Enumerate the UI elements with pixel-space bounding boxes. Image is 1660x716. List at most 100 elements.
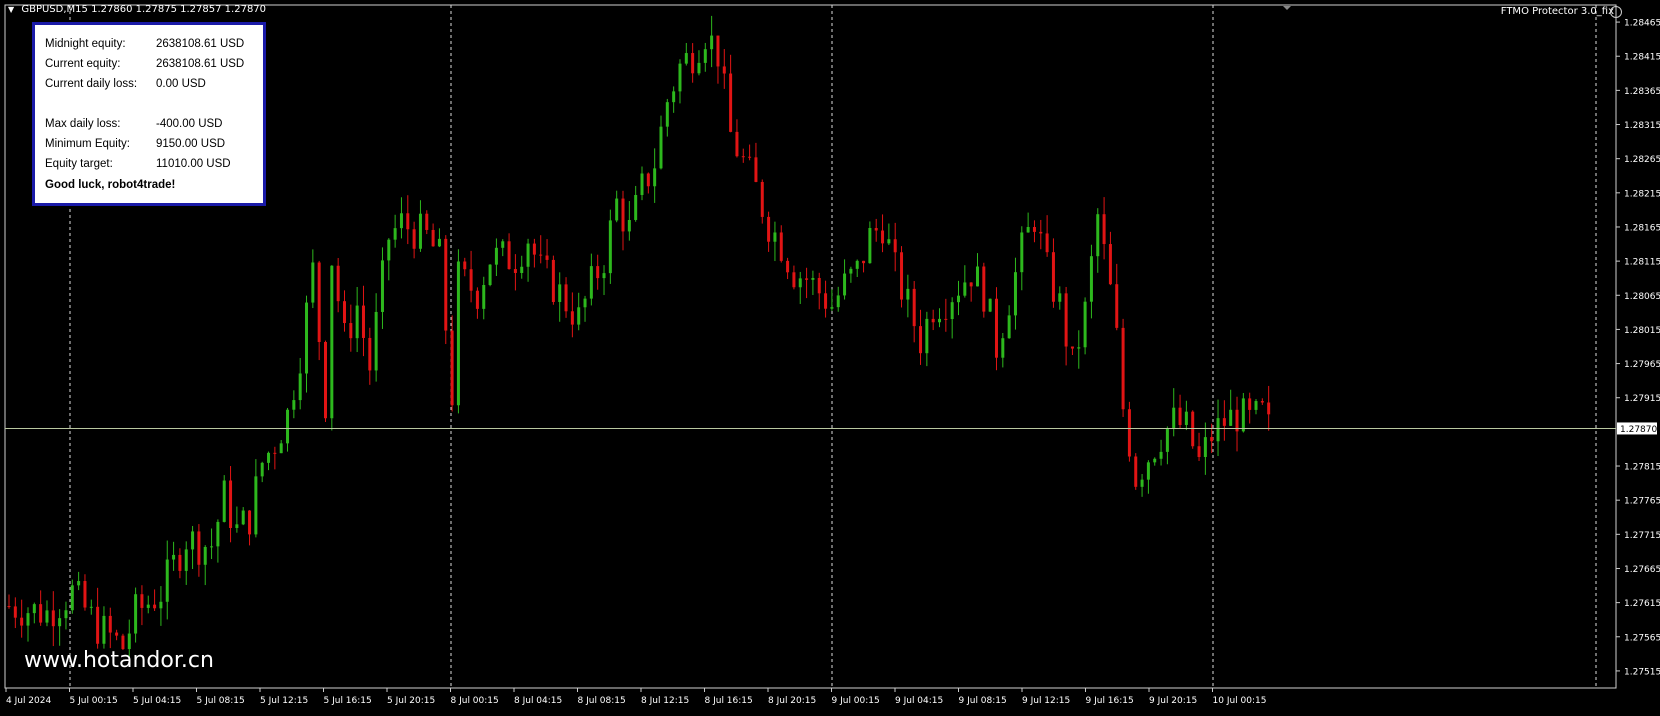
candle-body <box>817 277 821 294</box>
chart-symbol: GBPUSD,M15 <box>21 4 88 15</box>
candle-body <box>906 288 910 300</box>
candle-body <box>665 102 669 127</box>
candle-body <box>172 554 176 560</box>
candle-body <box>729 73 733 132</box>
panel-label: Equity target: <box>45 158 113 170</box>
price-axis-label: 1.27765 <box>1624 497 1660 507</box>
price-axis-label: 1.28215 <box>1624 189 1660 199</box>
price-axis-label: 1.27615 <box>1624 599 1660 609</box>
candle-body <box>545 255 549 260</box>
candle-body <box>900 252 904 300</box>
candle-body <box>1058 293 1062 302</box>
candle-body <box>634 194 638 220</box>
candle-body <box>387 239 391 261</box>
candle-body <box>931 318 935 323</box>
watermark-text: www.hotandor.cn <box>24 648 214 673</box>
candle-body <box>393 228 397 240</box>
candle-body <box>697 62 701 74</box>
candle-body <box>1121 327 1125 410</box>
candle-body <box>1254 401 1258 410</box>
price-axis-label: 1.28365 <box>1624 87 1660 97</box>
price-axis-label: 1.27515 <box>1624 667 1660 677</box>
candle-body <box>311 262 315 303</box>
panel-row-minimum-equity: Minimum Equity: 9150.00 USD <box>45 138 225 150</box>
candle-body <box>115 632 119 636</box>
candle-body <box>32 604 36 614</box>
price-axis-label: 1.28115 <box>1624 258 1660 268</box>
panel-row-max-daily-loss: Max daily loss: -400.00 USD <box>45 118 222 130</box>
candle-body <box>1013 272 1017 316</box>
candle-body <box>1165 428 1169 452</box>
candle-body <box>1203 437 1207 457</box>
candle-body <box>830 307 834 309</box>
candle-body <box>273 452 277 454</box>
candle-body <box>127 633 131 650</box>
candle-body <box>678 63 682 92</box>
candle-body <box>380 260 384 312</box>
candle-body <box>1229 409 1233 426</box>
candle-body <box>7 606 11 608</box>
candle-body <box>1051 252 1055 302</box>
chart-header: ▼ GBPUSD,M15 1.27860 1.27875 1.27857 1.2… <box>8 4 266 15</box>
candle-body <box>229 480 233 528</box>
candle-body <box>824 293 828 309</box>
candle-body <box>779 232 783 261</box>
candle-body <box>988 298 992 312</box>
candle-body <box>482 285 486 309</box>
candle-body <box>767 216 771 242</box>
candle-body <box>241 510 245 525</box>
current-price-label: 1.27870 <box>1620 425 1657 435</box>
candle-body <box>191 531 195 550</box>
time-axis-label: 9 Jul 00:15 <box>832 696 880 706</box>
candle-body <box>551 259 555 302</box>
candle-body <box>26 613 30 626</box>
price-axis-label: 1.27915 <box>1624 394 1660 404</box>
candle-body <box>469 269 473 291</box>
candle-body <box>925 318 929 354</box>
candle-body <box>716 35 720 67</box>
candle-body <box>51 610 55 627</box>
candle-body <box>1134 456 1138 487</box>
candle-body <box>336 265 340 302</box>
candle-body <box>330 265 334 419</box>
price-axis-label: 1.28015 <box>1624 326 1660 336</box>
panel-value: 0.00 USD <box>156 78 206 90</box>
time-axis-label: 9 Jul 12:15 <box>1022 696 1070 706</box>
candle-body <box>216 521 220 547</box>
time-axis-label: 4 Jul 2024 <box>6 696 51 706</box>
candle-body <box>868 228 872 264</box>
candle-body <box>108 615 112 633</box>
expert-advisor-smiley-icon[interactable] <box>1610 6 1622 18</box>
candle-body <box>58 618 62 627</box>
candle-body <box>1032 227 1036 232</box>
chart-shift-marker-icon[interactable] <box>1283 6 1291 10</box>
candle-body <box>64 610 68 619</box>
candle-body <box>520 266 524 273</box>
candle-body <box>349 323 353 339</box>
time-axis-label: 9 Jul 08:15 <box>959 696 1007 706</box>
candle-body <box>83 581 87 608</box>
price-axis-label: 1.28265 <box>1624 155 1660 165</box>
candle-body <box>1070 346 1074 349</box>
time-axis-label: 9 Jul 20:15 <box>1149 696 1197 706</box>
candle-body <box>1241 398 1245 432</box>
candle-body <box>748 156 752 158</box>
candle-body <box>102 615 106 644</box>
candle-body <box>159 601 163 609</box>
candle-body <box>773 232 777 242</box>
candle-body <box>412 229 416 249</box>
candle-body <box>13 606 17 618</box>
candle-body <box>1064 293 1068 347</box>
candle-body <box>994 298 998 358</box>
candle-body <box>355 305 359 339</box>
candle-body <box>222 480 226 522</box>
candle-body <box>488 264 492 286</box>
candle-body <box>1127 409 1131 457</box>
candle-body <box>1248 398 1252 410</box>
candle-body <box>96 606 100 644</box>
collapse-triangle-icon[interactable]: ▼ <box>8 5 14 14</box>
price-axis-label: 1.27715 <box>1624 531 1660 541</box>
candle-body <box>1007 315 1011 339</box>
candle-body <box>1001 338 1005 358</box>
time-axis-label: 8 Jul 20:15 <box>768 696 816 706</box>
